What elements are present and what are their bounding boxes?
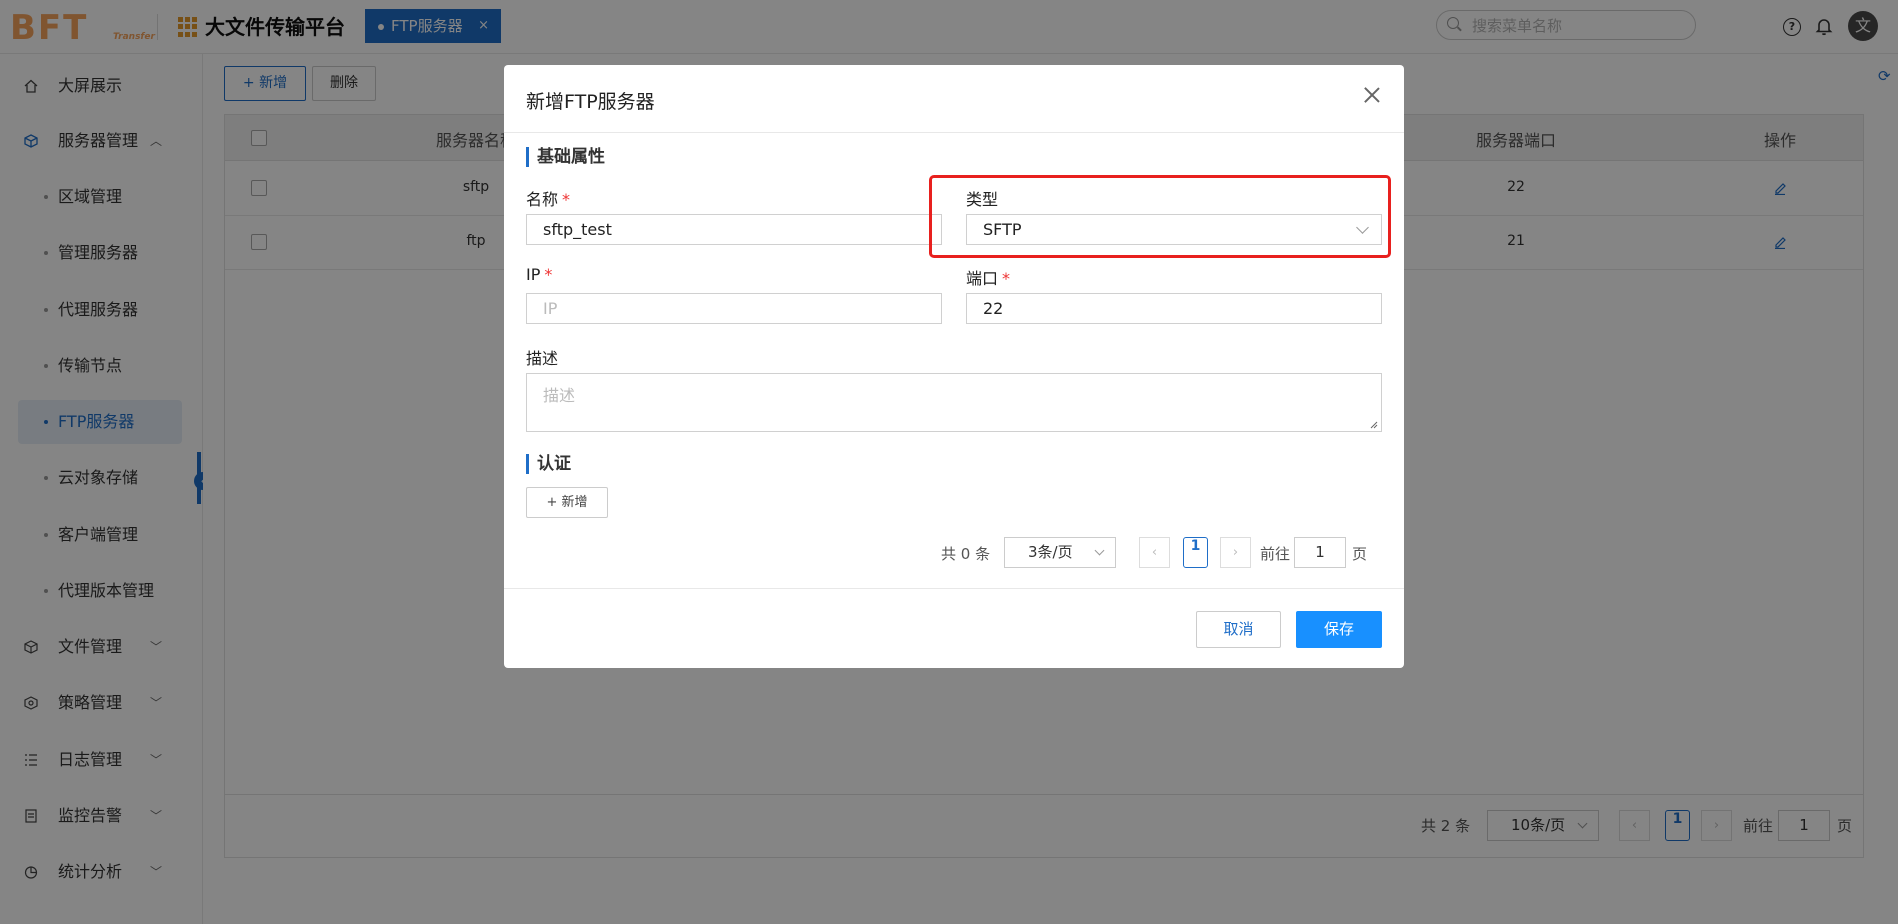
auth-prev-page-button[interactable]: ‹ xyxy=(1139,537,1170,568)
description-label: 描述 xyxy=(526,349,559,368)
auth-goto-page-input[interactable]: 1 xyxy=(1294,537,1346,568)
port-label-text: 端口 xyxy=(966,269,999,288)
resize-grip-icon[interactable] xyxy=(1370,421,1378,429)
auth-current-page[interactable]: 1 xyxy=(1183,537,1208,568)
description-field[interactable] xyxy=(526,373,1382,432)
close-icon[interactable] xyxy=(1362,85,1382,105)
save-button[interactable]: 保存 xyxy=(1296,611,1382,648)
section-basic-properties: 基础属性 xyxy=(526,147,605,167)
ip-label-text: IP xyxy=(526,265,541,284)
auth-total-count: 共 0 条 xyxy=(941,545,991,563)
required-mark: * xyxy=(562,190,571,209)
port-label: 端口 * xyxy=(966,265,1010,289)
name-label: 名称 * xyxy=(526,186,570,210)
cancel-button[interactable]: 取消 xyxy=(1196,611,1281,648)
auth-next-page-button[interactable]: › xyxy=(1220,537,1251,568)
auth-page-size-value: 3条/页 xyxy=(1028,543,1073,561)
auth-page-size-select[interactable]: 3条/页 xyxy=(1004,537,1116,568)
type-field-highlight xyxy=(929,175,1391,258)
divider xyxy=(504,132,1404,133)
add-auth-button[interactable]: + 新增 xyxy=(526,487,608,518)
add-ftp-server-dialog: 新增FTP服务器 基础属性 名称* 类型 SFTP IP* 端口* 描述 认证 … xyxy=(504,65,1404,668)
auth-goto-label: 前往 xyxy=(1260,545,1291,563)
required-mark: * xyxy=(544,265,553,284)
name-field[interactable] xyxy=(526,214,942,245)
dialog-title: 新增FTP服务器 xyxy=(526,91,655,113)
port-field[interactable] xyxy=(966,293,1382,324)
required-mark: * xyxy=(1002,269,1011,288)
ip-label: IP * xyxy=(526,265,552,284)
section-authentication: 认证 xyxy=(526,454,571,474)
chevron-down-icon xyxy=(1094,545,1105,556)
auth-page-suffix: 页 xyxy=(1352,545,1368,563)
name-label-text: 名称 xyxy=(526,190,559,209)
ip-field[interactable] xyxy=(526,293,942,324)
divider xyxy=(504,588,1404,589)
